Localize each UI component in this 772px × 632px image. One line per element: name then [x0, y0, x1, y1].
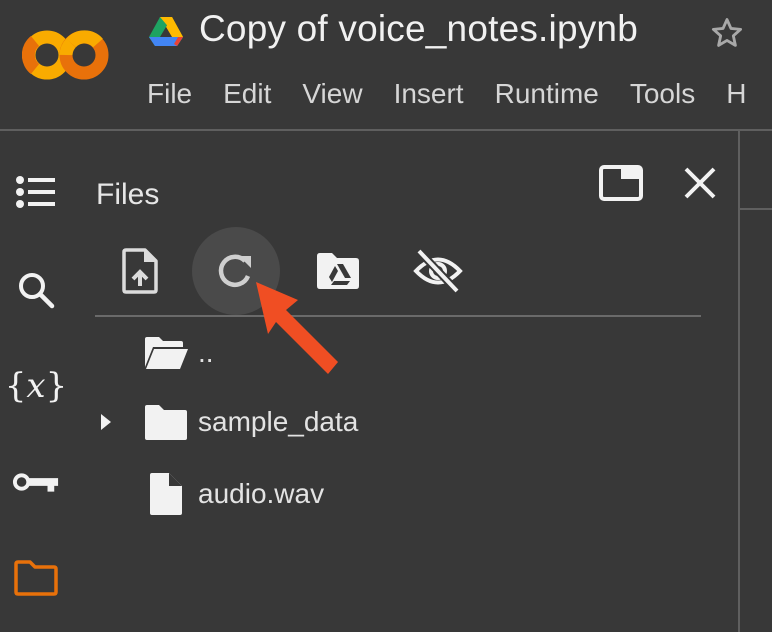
variables-icon-x: x: [26, 366, 46, 406]
notebook-toolbar-divider: [740, 208, 772, 210]
file-tree-item-parent[interactable]: ..: [95, 323, 695, 383]
variables-icon: {: [4, 366, 27, 406]
close-panel-button[interactable]: [676, 160, 724, 206]
open-in-tab-button[interactable]: [594, 160, 648, 206]
variables-icon-brace: }: [45, 366, 68, 406]
google-drive-icon: [149, 17, 183, 46]
menu-help[interactable]: H: [726, 78, 746, 110]
menu-tools[interactable]: Tools: [630, 78, 695, 110]
table-of-contents-icon: [16, 176, 55, 208]
menu-bar: File Edit View Insert Runtime Tools H: [147, 78, 772, 110]
file-name: ..: [198, 337, 214, 368]
refresh-button[interactable]: [192, 227, 280, 315]
rail-search[interactable]: [12, 266, 60, 314]
toggle-hidden-files-button[interactable]: [394, 227, 482, 315]
mount-drive-button[interactable]: [294, 227, 382, 315]
menu-view[interactable]: View: [302, 78, 362, 110]
rail-table-of-contents[interactable]: [12, 168, 60, 216]
upload-file-icon: [122, 248, 158, 294]
file-tree-item-folder[interactable]: sample_data: [95, 392, 695, 452]
mount-drive-icon: [317, 253, 359, 289]
popout-icon: [599, 165, 643, 201]
files-panel-title: Files: [96, 178, 160, 211]
folder-open-icon: [140, 331, 192, 375]
file-icon: [140, 472, 192, 516]
menu-edit[interactable]: Edit: [223, 78, 271, 110]
hide-files-icon: [413, 248, 463, 294]
panel-resize-divider[interactable]: [738, 131, 740, 632]
search-icon: [19, 273, 55, 309]
secrets-key-icon: [12, 473, 59, 492]
file-name: sample_data: [198, 406, 359, 437]
toolbar-divider: [95, 315, 701, 317]
files-folder-icon: [14, 560, 58, 596]
menu-file[interactable]: File: [147, 78, 192, 110]
rail-files[interactable]: [12, 554, 60, 602]
file-tree-item-file[interactable]: audio.wav: [95, 464, 695, 524]
menu-runtime[interactable]: Runtime: [495, 78, 599, 110]
close-icon: [684, 167, 716, 199]
folder-icon: [140, 400, 192, 444]
colab-logo[interactable]: [22, 25, 112, 85]
expand-caret-icon[interactable]: [95, 412, 117, 432]
refresh-icon: [218, 254, 251, 287]
file-name: audio.wav: [198, 478, 325, 509]
header-divider: [0, 129, 772, 131]
rail-variables[interactable]: {x}: [5, 362, 67, 410]
upload-file-button[interactable]: [96, 227, 184, 315]
star-icon[interactable]: [708, 14, 746, 52]
notebook-title[interactable]: Copy of voice_notes.ipynb: [199, 8, 638, 50]
rail-secrets[interactable]: [12, 458, 60, 506]
menu-insert[interactable]: Insert: [394, 78, 464, 110]
